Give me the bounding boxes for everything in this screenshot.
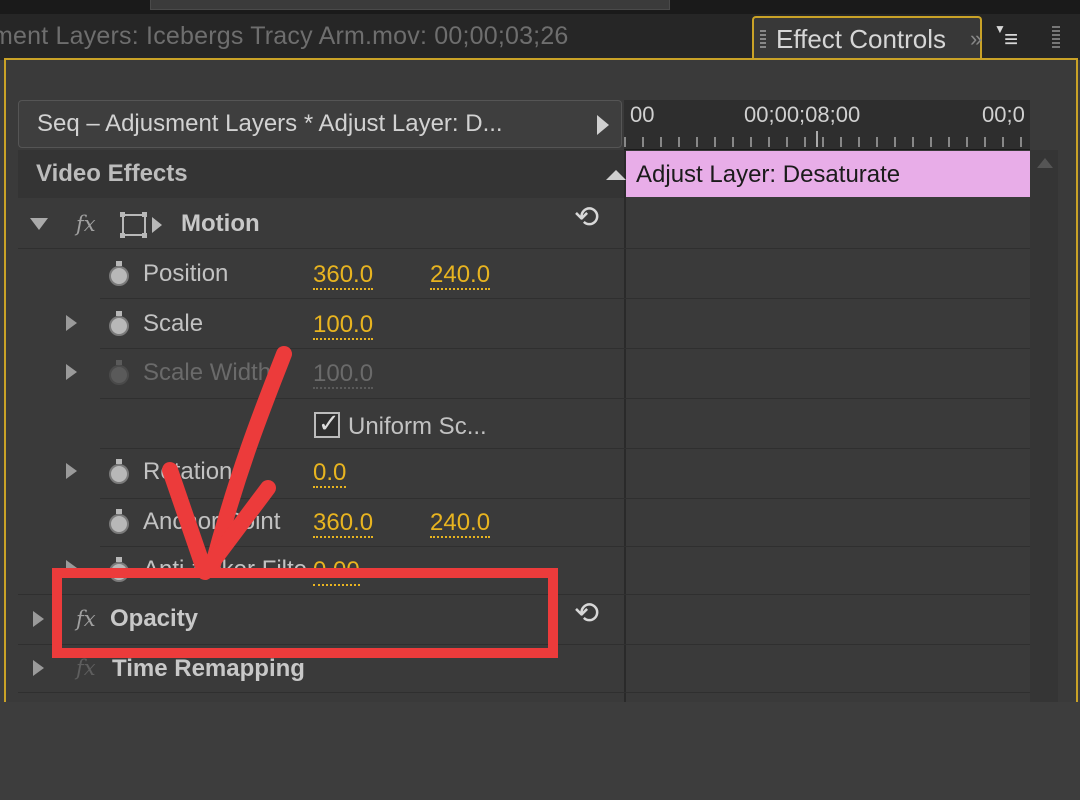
motion-expand-icon[interactable]	[30, 218, 48, 230]
timeline-clip-label: Adjust Layer: Desaturate	[636, 161, 901, 188]
fx-toggle-icon[interactable]: fx	[76, 212, 96, 236]
uniform-scale-label: Uniform Sc...	[348, 413, 487, 440]
row-divider	[100, 498, 1030, 499]
horizontal-scroll-thumb[interactable]	[150, 0, 670, 10]
time-remapping-name[interactable]: Time Remapping	[112, 655, 305, 683]
anchor-point-y-value[interactable]: 240.0	[430, 510, 491, 538]
sequence-clip-header: Seq – Adjusment Layers * Adjust Layer: D…	[18, 100, 622, 148]
tab-source-monitor[interactable]: ment Layers: Icebergs Tracy Arm.mov: 00;…	[0, 14, 745, 60]
row-divider	[100, 448, 1030, 449]
motion-effect-name: Motion	[181, 210, 260, 237]
show-timeline-arrow-icon[interactable]	[597, 115, 609, 135]
anchor-point-label: Anchor Point	[143, 508, 281, 535]
stopwatch-icon[interactable]	[108, 311, 130, 336]
uniform-scale-checkbox[interactable]: ✓	[314, 408, 340, 438]
rotation-value[interactable]: 0.0	[313, 460, 347, 488]
row-divider	[100, 546, 1030, 547]
panel-grip-icon[interactable]	[1052, 26, 1060, 48]
motion-transform-icon[interactable]	[120, 210, 174, 240]
tab-overflow-icon[interactable]: »	[970, 26, 982, 52]
rotation-expand-icon[interactable]	[66, 463, 77, 479]
opacity-reset-icon[interactable]: ⟲	[574, 596, 599, 631]
scroll-up-icon[interactable]	[1037, 158, 1053, 168]
row-divider	[100, 348, 1030, 349]
tab-effect-controls[interactable]: Effect Controls »	[752, 16, 982, 60]
annotation-highlight-box	[52, 568, 558, 658]
stopwatch-icon[interactable]	[108, 509, 130, 534]
checkmark-icon: ✓	[318, 408, 340, 438]
video-effects-header[interactable]: Video Effects	[18, 150, 626, 198]
ruler-ticks	[624, 137, 1030, 147]
position-x-value[interactable]: 360.0	[313, 262, 374, 290]
tab-source-label: ment Layers: Icebergs Tracy Arm.mov: 00;…	[0, 22, 569, 50]
tab-grip-icon[interactable]	[760, 30, 766, 48]
time-remapping-expand-icon[interactable]	[33, 660, 44, 676]
scale-expand-icon[interactable]	[66, 315, 77, 331]
position-y-value[interactable]: 240.0	[430, 262, 491, 290]
rotation-label: Rotation	[143, 458, 233, 485]
ruler-label-mid: 00;00;08;00	[744, 102, 861, 127]
motion-reset-icon[interactable]: ⟲	[574, 200, 599, 235]
video-effects-title: Video Effects	[36, 160, 188, 187]
ruler-label-start: 00	[630, 102, 655, 127]
timeline-track-area[interactable]	[624, 150, 1030, 702]
top-scroll-strip	[0, 0, 1080, 14]
opacity-expand-icon[interactable]	[33, 611, 44, 627]
row-divider	[100, 298, 1030, 299]
position-label: Position	[143, 260, 229, 287]
ruler-major-tick	[816, 131, 818, 147]
row-divider	[18, 692, 1030, 693]
panel-menu-icon[interactable]: ▼ ≡	[990, 22, 1036, 54]
scale-width-value: 100.0	[313, 360, 374, 389]
timeline-ruler[interactable]: 00 00;00;08;00 00;0	[624, 100, 1030, 150]
stopwatch-icon[interactable]	[108, 261, 130, 286]
scale-value[interactable]: 100.0	[313, 312, 374, 340]
timeline-clip[interactable]: Adjust Layer: Desaturate	[626, 151, 1030, 197]
scale-width-label: Scale Width	[143, 359, 272, 386]
tab-effect-controls-label: Effect Controls	[776, 24, 947, 54]
scale-label: Scale	[143, 310, 204, 337]
panel-tab-bar: ment Layers: Icebergs Tracy Arm.mov: 00;…	[0, 14, 1080, 60]
ruler-label-end: 00;0	[982, 102, 1025, 127]
fx-toggle-icon: fx	[76, 656, 96, 680]
stopwatch-icon[interactable]	[108, 459, 130, 484]
sequence-clip-label: Seq – Adjusment Layers * Adjust Layer: D…	[37, 110, 503, 137]
row-divider	[18, 248, 1030, 249]
scale-width-expand-icon[interactable]	[66, 364, 77, 380]
collapse-up-icon[interactable]	[606, 170, 626, 180]
bottom-area	[0, 702, 1080, 800]
anchor-point-x-value[interactable]: 360.0	[313, 510, 374, 538]
vertical-scrollbar[interactable]	[1030, 150, 1058, 702]
stopwatch-icon	[108, 360, 130, 385]
row-divider	[100, 398, 1030, 399]
panel-menu-lines-icon: ≡	[1004, 26, 1019, 53]
